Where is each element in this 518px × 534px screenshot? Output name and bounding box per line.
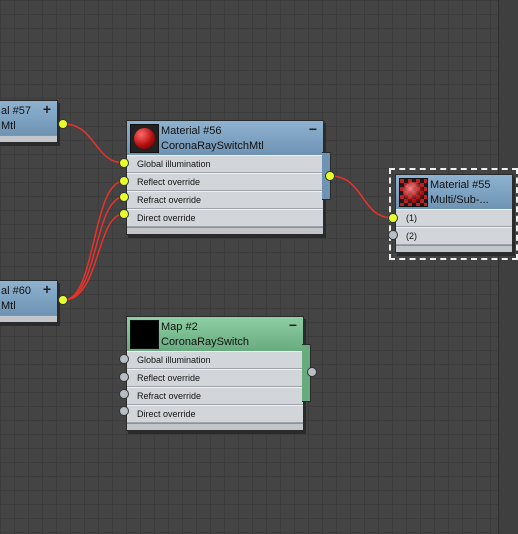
node-subtitle: Multi/Sub-... (430, 194, 489, 206)
node-title: Material #56 (161, 125, 222, 137)
node-title: Material #55 (430, 179, 491, 191)
map-2-node[interactable]: Map #2 CoronaRaySwitch − Global illumina… (126, 316, 304, 431)
slot-label: Direct override (137, 409, 196, 419)
slot-refract-override[interactable]: Refract override (127, 191, 323, 209)
material-55-input-slot-1[interactable] (388, 213, 398, 223)
map-preview-icon (130, 320, 159, 349)
map-2-input-direct-override[interactable] (119, 406, 129, 416)
slot-label: Refract override (137, 195, 202, 205)
slot-label: Refract override (137, 391, 202, 401)
node-subtitle: CoronaRaySwitch (161, 336, 250, 348)
slot-label: Global illumination (137, 355, 211, 365)
material-56-output-socket[interactable] (325, 171, 335, 181)
material-55-header[interactable]: Material #55 Multi/Sub-... (396, 175, 512, 209)
map-2-slots: Global illumination Reflect override Ref… (127, 351, 303, 423)
material-55-node[interactable]: Material #55 Multi/Sub-... (1) (2) (395, 174, 513, 253)
material-56-node[interactable]: Material #56 CoronaRaySwitchMtl − Global… (126, 120, 324, 235)
node-footer (127, 423, 303, 430)
map-2-input-reflect-override[interactable] (119, 372, 129, 382)
expand-toggle-icon[interactable]: + (43, 101, 51, 117)
map-2-header[interactable]: Map #2 CoronaRaySwitch − (127, 317, 303, 351)
material-56-header[interactable]: Material #56 CoronaRaySwitchMtl − (127, 121, 323, 155)
material-56-input-reflect-override[interactable] (119, 176, 129, 186)
wire-mat56-to-multisub-slot1 (329, 175, 394, 219)
node-subtitle: Mtl (1, 120, 16, 132)
expand-toggle-icon[interactable]: + (43, 281, 51, 297)
collapse-toggle-icon[interactable]: − (289, 317, 297, 333)
material-56-input-direct-override[interactable] (119, 209, 129, 219)
slot-global-illumination[interactable]: Global illumination (127, 155, 323, 173)
slot-direct-override[interactable]: Direct override (127, 405, 303, 423)
node-title: al #57 (1, 105, 31, 117)
material-preview-multisub-icon (399, 178, 428, 207)
connection-wires (63, 123, 394, 301)
slot-sub-material-1[interactable]: (1) (396, 209, 512, 227)
material-60-header[interactable]: al #60 Mtl + (0, 281, 57, 315)
map-2-input-global-illumination[interactable] (119, 354, 129, 364)
map-2-input-refract-override[interactable] (119, 389, 129, 399)
node-subtitle: Mtl (1, 300, 16, 312)
wire-mat60-to-refract-override (63, 196, 125, 301)
material-60-output-socket[interactable] (58, 295, 68, 305)
node-title: Map #2 (161, 321, 198, 333)
material-57-output-socket[interactable] (58, 119, 68, 129)
material-56-slots: Global illumination Reflect override Ref… (127, 155, 323, 227)
slot-direct-override[interactable]: Direct override (127, 209, 323, 227)
material-55-slots: (1) (2) (396, 209, 512, 245)
node-footer (396, 245, 512, 252)
material-57-header[interactable]: al #57 Mtl + (0, 101, 57, 135)
node-footer (0, 315, 57, 322)
viewport-edge-panel (498, 0, 518, 534)
material-55-input-slot-2[interactable] (388, 230, 398, 240)
slot-global-illumination[interactable]: Global illumination (127, 351, 303, 369)
wire-mat60-to-direct-override (63, 213, 125, 301)
wire-mat60-to-reflect-override (63, 180, 125, 301)
slot-label: (2) (406, 231, 417, 241)
material-56-input-refract-override[interactable] (119, 192, 129, 202)
slot-sub-material-2[interactable]: (2) (396, 227, 512, 245)
wire-mat57-to-global-illumination (63, 123, 125, 164)
slot-label: (1) (406, 213, 417, 223)
node-footer (127, 227, 323, 234)
material-56-input-global-illumination[interactable] (119, 158, 129, 168)
node-footer (0, 135, 57, 142)
material-57-node[interactable]: al #57 Mtl + (0, 100, 58, 143)
material-60-node[interactable]: al #60 Mtl + (0, 280, 58, 323)
collapse-toggle-icon[interactable]: − (309, 121, 317, 137)
node-subtitle: CoronaRaySwitchMtl (161, 140, 264, 152)
slot-reflect-override[interactable]: Reflect override (127, 369, 303, 387)
slot-refract-override[interactable]: Refract override (127, 387, 303, 405)
slot-label: Reflect override (137, 177, 201, 187)
slot-reflect-override[interactable]: Reflect override (127, 173, 323, 191)
material-preview-sphere-icon (130, 124, 159, 153)
slot-label: Global illumination (137, 159, 211, 169)
slot-label: Reflect override (137, 373, 201, 383)
map-2-output-socket[interactable] (307, 367, 317, 377)
slot-label: Direct override (137, 213, 196, 223)
node-title: al #60 (1, 285, 31, 297)
